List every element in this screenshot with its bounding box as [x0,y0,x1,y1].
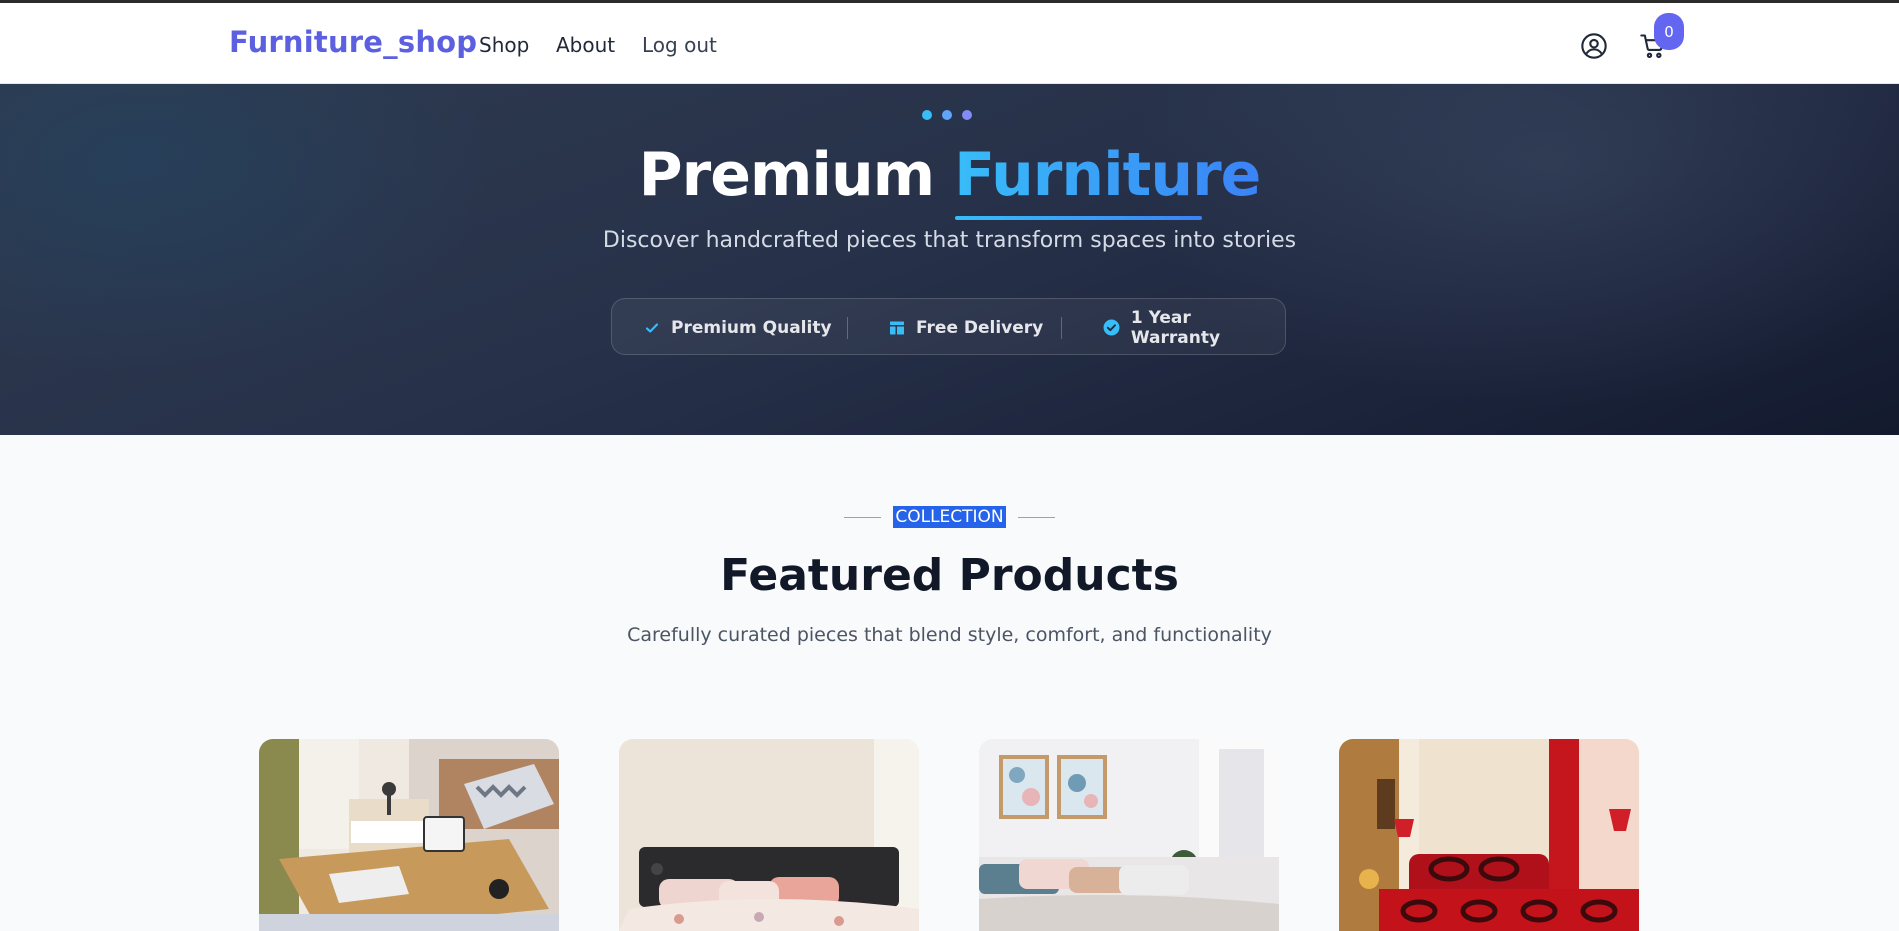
hero-title-accent: Furniture [954,140,1261,210]
feature-premium-quality: Premium Quality [643,299,832,356]
feature-divider [1061,317,1062,339]
cart-count-badge: 0 [1654,13,1684,50]
hero-banner: Premium Furniture Discover handcrafted p… [0,84,1899,435]
product-card[interactable] [1339,739,1639,931]
check-icon [643,319,661,337]
laptop-bed-desk-photo [259,739,559,931]
layout-icon [888,319,906,337]
badge-check-icon [1103,319,1121,337]
collection-eyebrow: COLLECTION [893,506,1006,528]
top-navbar: Furniture_shop Shop About Log out 0 [0,0,1899,84]
black-headboard-bed-photo [619,739,919,931]
nav-link-logout[interactable]: Log out [642,33,717,57]
eyebrow-line-left [844,516,882,518]
red-bedroom-photo [1339,739,1639,931]
nav-link-about[interactable]: About [556,33,615,57]
hero-dot [962,110,972,120]
hero-dot [922,110,932,120]
feature-warranty: 1 Year Warranty [1103,299,1285,356]
product-card[interactable] [259,739,559,931]
hero-title-main: Premium [638,140,936,210]
white-bedroom-photo [979,739,1279,931]
featured-products-subtitle: Carefully curated pieces that blend styl… [627,624,1272,646]
collection-eyebrow-row: COLLECTION [0,504,1899,530]
hero-dot [942,110,952,120]
product-card[interactable] [979,739,1279,931]
brand-logo[interactable]: Furniture_shop [229,25,477,59]
feature-divider [847,317,848,339]
nav-link-shop[interactable]: Shop [479,33,529,57]
hero-dots [922,110,972,120]
hero-title-underline [955,216,1202,220]
hero-subtitle: Discover handcrafted pieces that transfo… [602,228,1297,253]
product-card[interactable] [619,739,919,931]
feature-free-delivery: Free Delivery [888,299,1043,356]
feature-label: Free Delivery [916,317,1044,338]
account-button[interactable] [1578,30,1610,62]
featured-products-title: Featured Products [720,550,1179,601]
feature-label: Premium Quality [671,317,832,338]
hero-features-bar: Premium Quality Free Delivery 1 Year War… [611,298,1286,355]
hero-title: Premium Furniture [0,140,1899,210]
feature-label: 1 Year Warranty [1130,307,1221,348]
eyebrow-line-right [1017,516,1055,518]
user-circle-icon [1581,33,1607,59]
